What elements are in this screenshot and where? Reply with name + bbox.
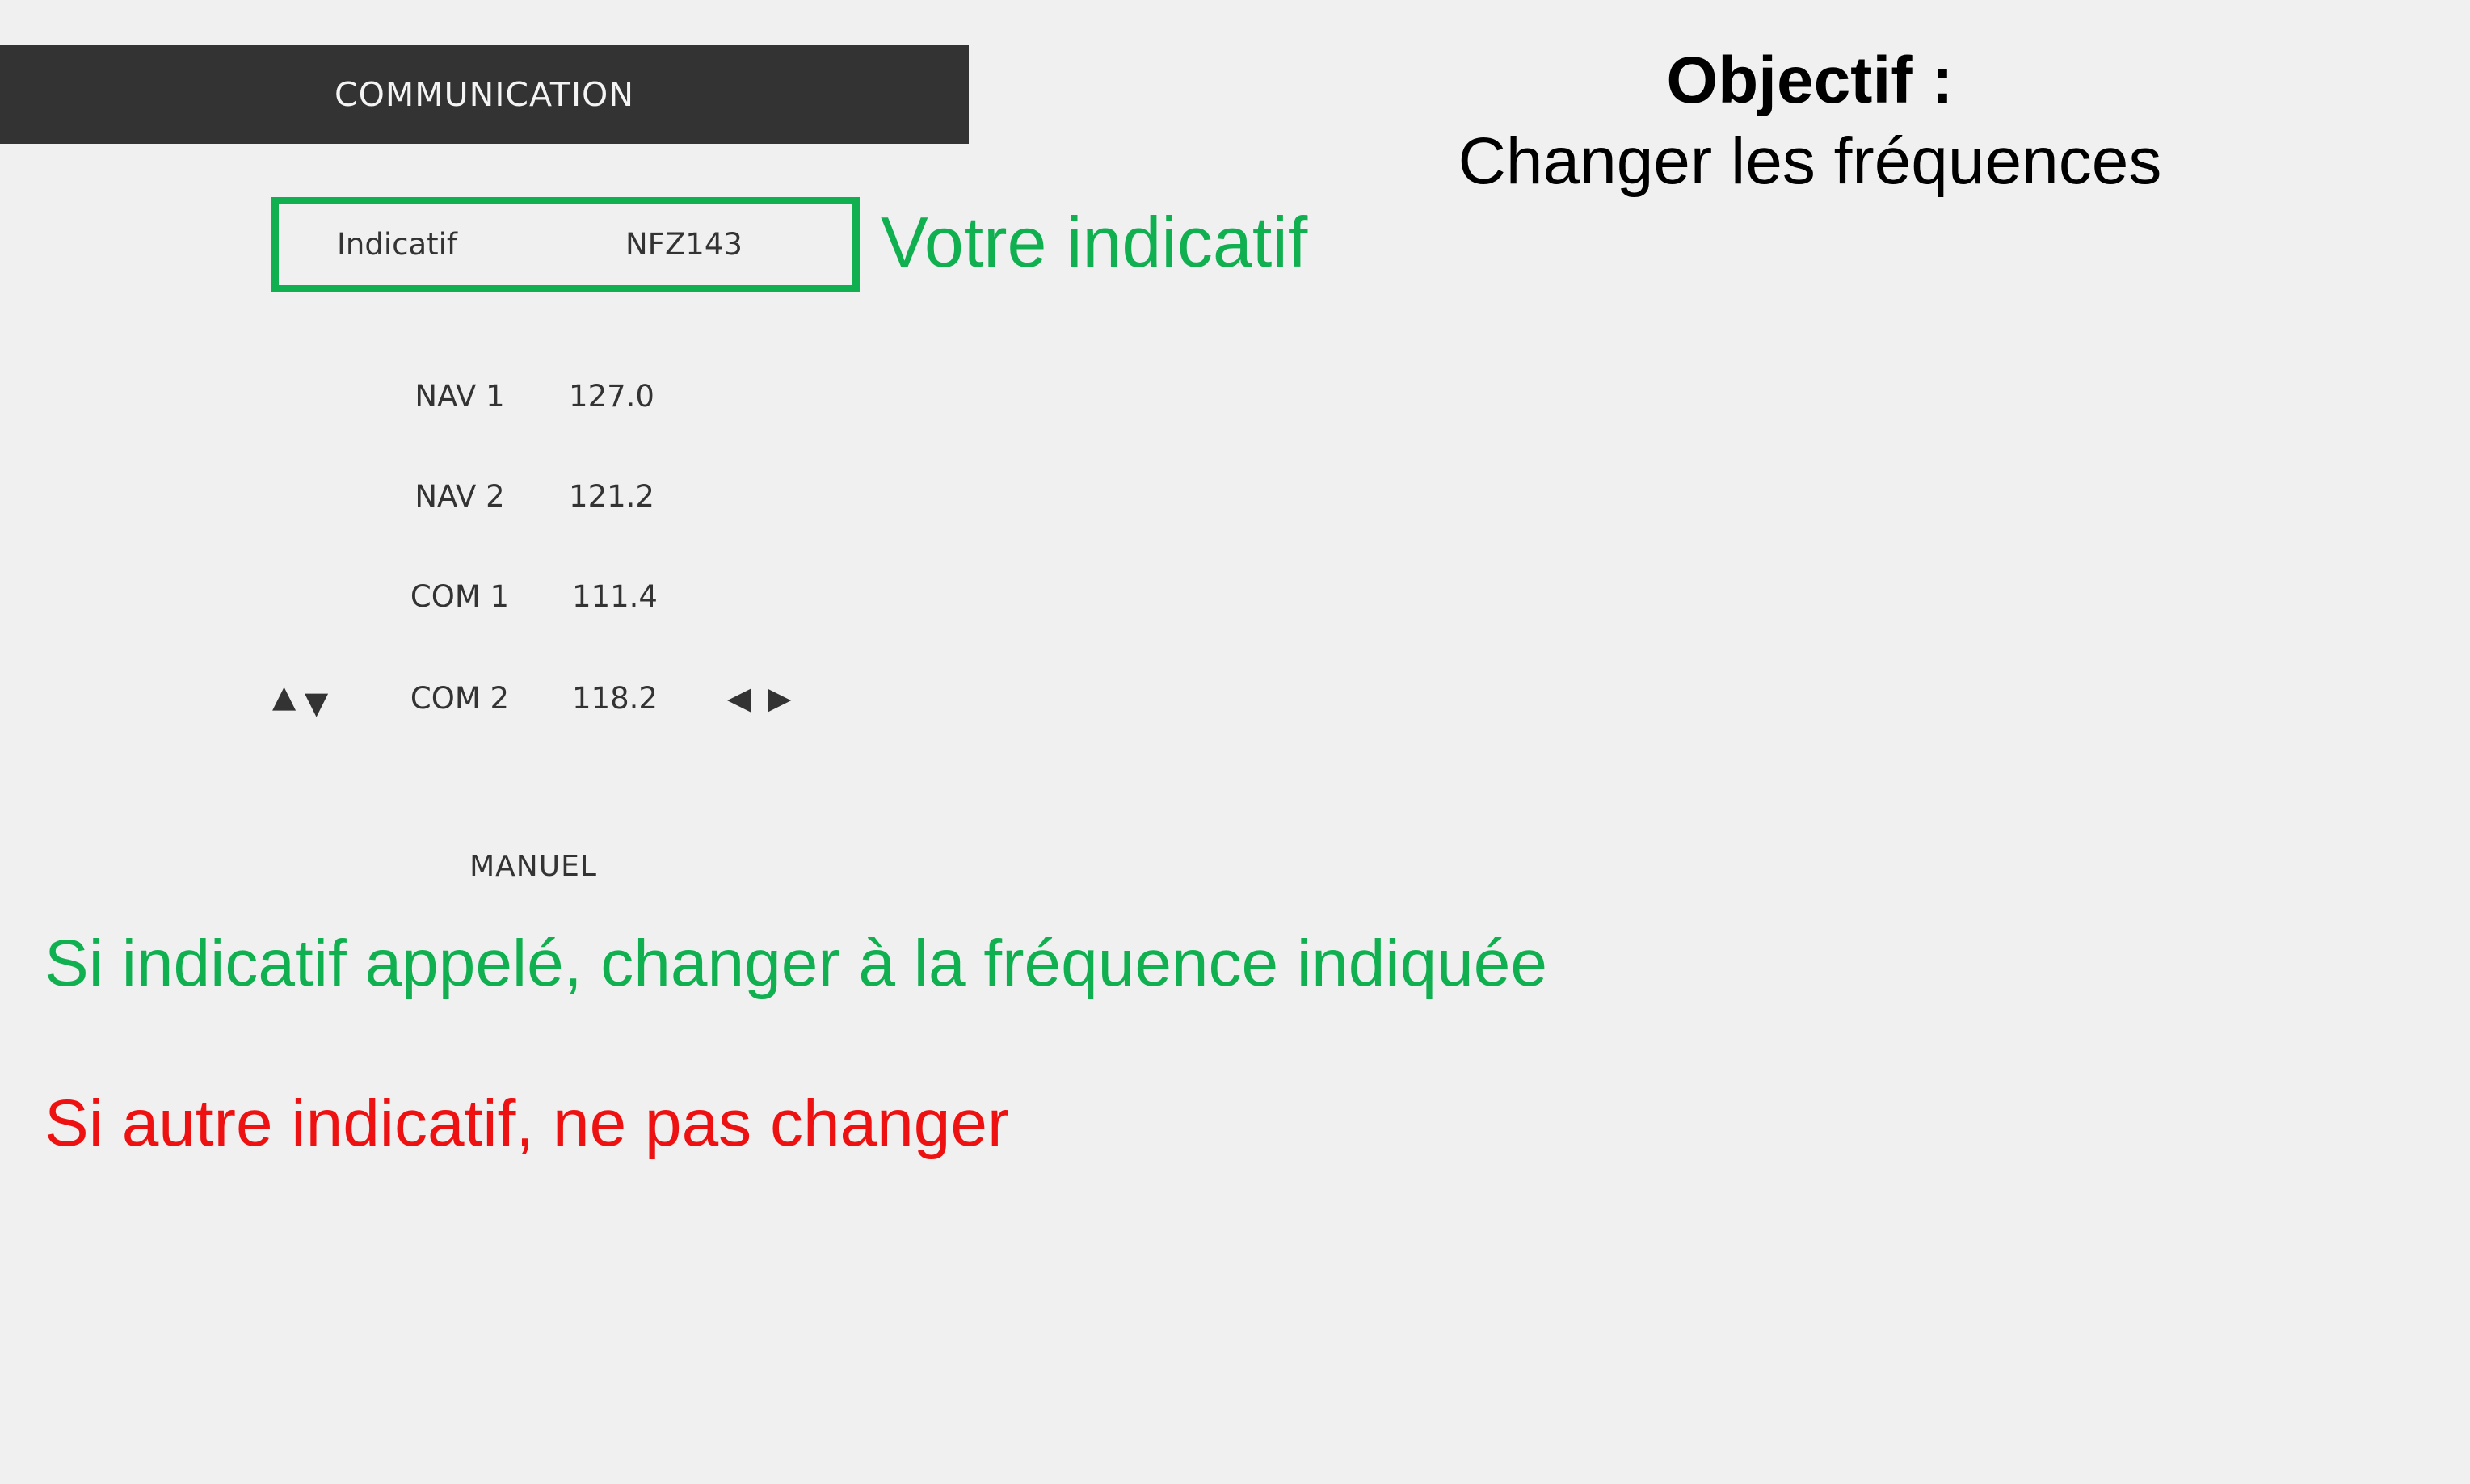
header-title: COMMUNICATION [335, 75, 634, 114]
instruction-do-not-change: Si autre indicatif, ne pas changer [44, 1087, 1010, 1160]
callsign-box: Indicatif NFZ143 [271, 197, 860, 292]
callsign-annotation: Votre indicatif [881, 202, 1308, 282]
instruction-change-frequency: Si indicatif appelé, changer à la fréque… [44, 927, 1547, 1000]
callsign-value: NFZ143 [625, 227, 743, 262]
nav2-label: NAV 2 [414, 479, 505, 514]
callsign-label: Indicatif [337, 227, 457, 262]
left-arrow-icon[interactable]: ◀ [727, 682, 751, 714]
right-arrow-icon[interactable]: ▶ [768, 682, 791, 714]
com2-frequency[interactable]: 118.2 [550, 679, 680, 719]
up-arrow-icon[interactable]: ▲ [272, 680, 296, 713]
objective-title: Objectif : [1666, 44, 1954, 117]
com2-label: COM 2 [410, 681, 510, 716]
communication-header: COMMUNICATION [0, 45, 969, 144]
objective-subtitle: Changer les fréquences [1458, 124, 2162, 198]
com1-label: COM 1 [410, 579, 510, 614]
down-arrow-icon[interactable]: ▼ [305, 687, 328, 719]
mode-manual-button[interactable]: MANUEL [404, 847, 663, 887]
nav2-frequency[interactable]: 121.2 [547, 477, 676, 517]
com1-frequency[interactable]: 111.4 [550, 577, 680, 617]
nav1-label: NAV 1 [414, 379, 505, 414]
nav1-frequency[interactable]: 127.0 [547, 376, 676, 417]
